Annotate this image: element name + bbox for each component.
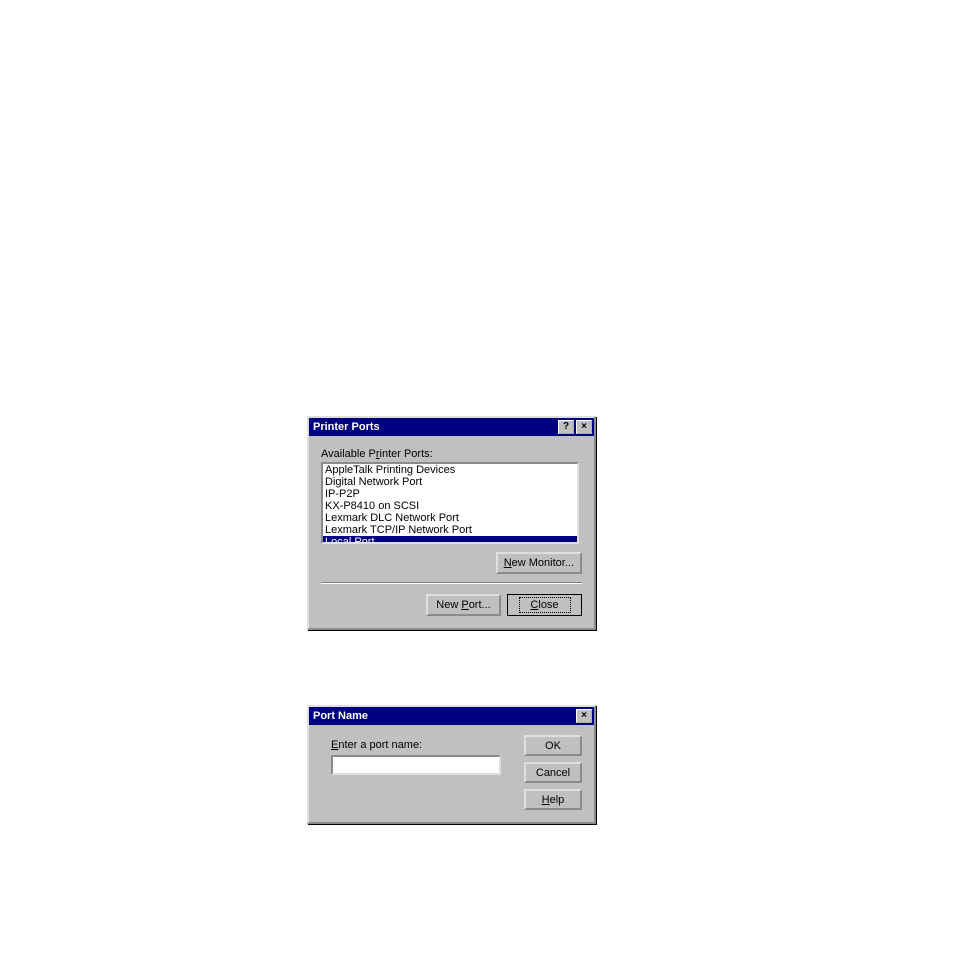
close-icon[interactable]: × [576,709,592,723]
ports-listbox[interactable]: AppleTalk Printing DevicesDigital Networ… [321,462,579,544]
close-button[interactable]: Close [507,594,582,616]
new-port-button[interactable]: New Port... [426,594,501,616]
close-icon[interactable]: × [576,420,592,434]
list-item[interactable]: Lexmark TCP/IP Network Port [323,524,577,536]
ok-button[interactable]: OK [524,735,582,756]
form-row: Enter a port name: OK Cancel Help [321,735,582,810]
list-item[interactable]: Lexmark DLC Network Port [323,512,577,524]
bottom-buttons: New Port... Close [321,594,582,616]
button-column: OK Cancel Help [524,735,582,810]
help-icon[interactable]: ? [558,420,574,434]
printer-ports-dialog: Printer Ports ? × Available Printer Port… [307,416,596,630]
cancel-button[interactable]: Cancel [524,762,582,783]
port-name-input[interactable] [331,755,501,775]
titlebar-buttons: × [574,709,592,723]
titlebar-buttons: ? × [556,420,592,434]
port-name-dialog: Port Name × Enter a port name: OK Cancel… [307,705,596,824]
list-item[interactable]: KX-P8410 on SCSI [323,500,577,512]
titlebar[interactable]: Port Name × [309,707,594,725]
monitor-row: New Monitor... [321,552,582,574]
divider [321,582,582,584]
titlebar[interactable]: Printer Ports ? × [309,418,594,436]
dialog-body: Available Printer Ports: AppleTalk Print… [309,436,594,628]
list-item[interactable]: AppleTalk Printing Devices [323,464,577,476]
help-button[interactable]: Help [524,789,582,810]
list-item[interactable]: Digital Network Port [323,476,577,488]
dialog-title: Port Name [313,710,574,722]
dialog-body: Enter a port name: OK Cancel Help [309,725,594,822]
new-monitor-button[interactable]: New Monitor... [496,552,582,574]
dialog-title: Printer Ports [313,421,556,433]
list-item[interactable]: IP-P2P [323,488,577,500]
available-ports-label: Available Printer Ports: [321,448,582,460]
port-name-label: Enter a port name: [331,739,514,751]
form-col: Enter a port name: [321,735,524,775]
list-item[interactable]: Local Port [323,536,577,544]
